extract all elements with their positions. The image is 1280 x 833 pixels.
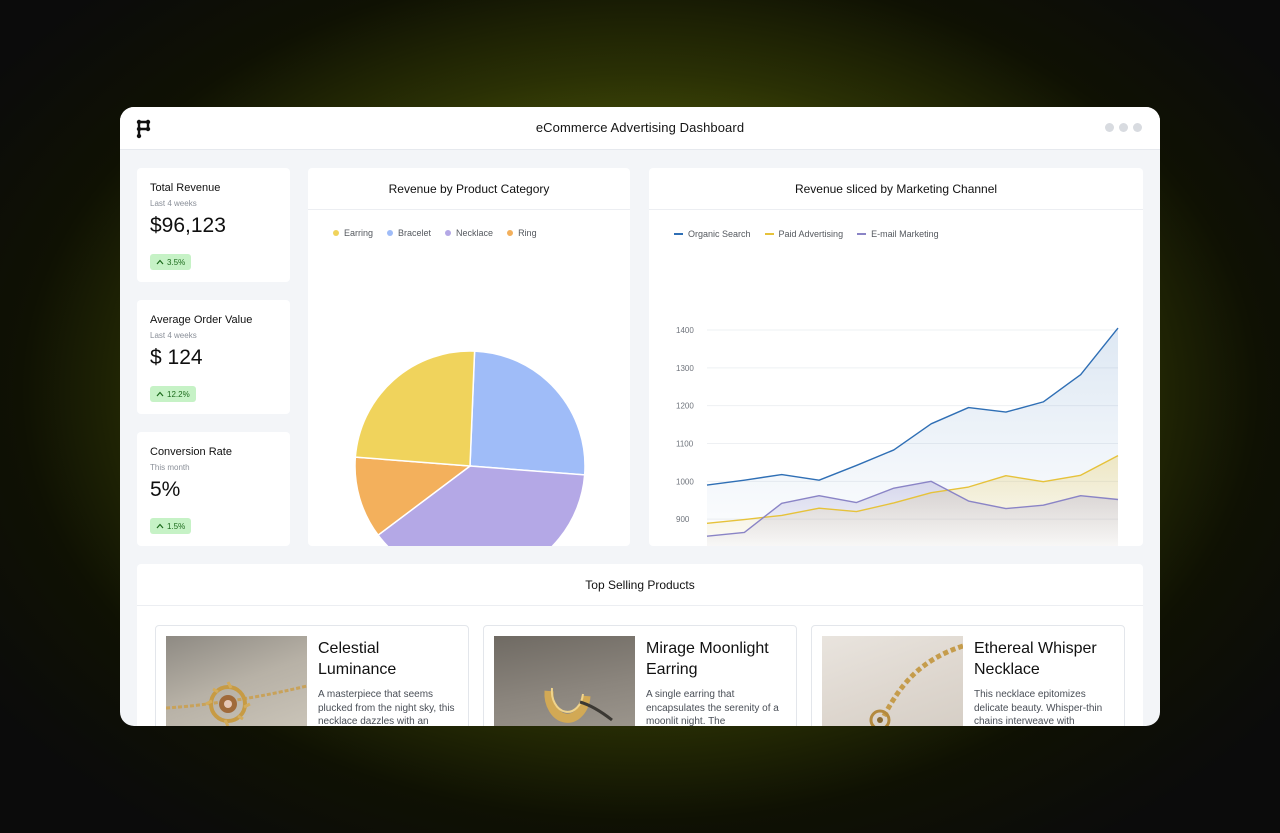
kpi-label: Conversion Rate bbox=[150, 446, 232, 458]
product-card[interactable]: Mirage Moonlight Earring A single earrin… bbox=[483, 625, 797, 726]
arrow-up-icon bbox=[156, 391, 164, 397]
y-tick-label: 1400 bbox=[676, 326, 694, 335]
product-card[interactable]: Ethereal Whisper Necklace This necklace … bbox=[811, 625, 1125, 726]
pie-slice-bracelet bbox=[469, 350, 586, 476]
pie-chart-title: Revenue by Product Category bbox=[308, 168, 630, 210]
dot-icon bbox=[1133, 123, 1142, 132]
line-chart-card: Revenue sliced by Marketing Channel Orga… bbox=[649, 168, 1143, 546]
kpi-change-badge: 1.5% bbox=[150, 518, 192, 534]
dot-icon bbox=[1105, 123, 1114, 132]
y-tick-label: 1100 bbox=[676, 440, 694, 449]
kpi-change-value: 1.5% bbox=[167, 521, 186, 531]
title-bar: eCommerce Advertising Dashboard bbox=[120, 107, 1160, 150]
kpi-value: $96,123 bbox=[150, 214, 226, 237]
kpi-change-badge: 3.5% bbox=[150, 254, 192, 270]
product-name: Mirage Moonlight Earring bbox=[646, 640, 769, 678]
window-menu-dots[interactable] bbox=[1105, 123, 1142, 132]
product-image bbox=[494, 636, 635, 726]
earring-image-icon bbox=[544, 687, 613, 723]
kpi-change-value: 12.2% bbox=[167, 389, 190, 399]
product-description: A masterpiece that seems plucked from th… bbox=[318, 689, 455, 726]
pie-slice-earring bbox=[354, 350, 476, 467]
kpi-value: $ 124 bbox=[150, 346, 203, 369]
product-card[interactable]: Celestial Luminance A masterpiece that s… bbox=[155, 625, 469, 726]
necklace-image-icon bbox=[166, 681, 307, 726]
line-chart: 80090010001100120013001400Jan 1Jan 4Jan … bbox=[676, 326, 1119, 546]
product-image bbox=[822, 636, 963, 726]
kpi-period: Last 4 weeks bbox=[150, 199, 197, 208]
dot-icon bbox=[1119, 123, 1128, 132]
kpi-label: Total Revenue bbox=[150, 182, 221, 194]
y-tick-label: 1300 bbox=[676, 364, 694, 373]
kpi-value: 5% bbox=[150, 478, 181, 501]
kpi-change-value: 3.5% bbox=[167, 257, 186, 267]
kpi-label: Average Order Value bbox=[150, 314, 253, 326]
window-title: eCommerce Advertising Dashboard bbox=[535, 120, 745, 135]
y-tick-label: 1200 bbox=[676, 402, 694, 411]
product-name: Ethereal Whisper Necklace bbox=[974, 640, 1097, 678]
line-chart-title: Revenue sliced by Marketing Channel bbox=[649, 168, 1143, 210]
product-description: This necklace epitomizes delicate beauty… bbox=[974, 689, 1103, 726]
kpi-period: Last 4 weeks bbox=[150, 331, 197, 340]
dashboard-window: eCommerce Advertising Dashboard Total Re… bbox=[120, 107, 1160, 726]
product-name: Celestial Luminance bbox=[318, 640, 397, 678]
product-image bbox=[166, 636, 307, 726]
arrow-up-icon bbox=[156, 523, 164, 529]
y-tick-label: 900 bbox=[676, 515, 690, 524]
product-description: A single earring that encapsulates the s… bbox=[646, 689, 779, 726]
kpi-card-average-order-value: Average Order Value Last 4 weeks $ 124 1… bbox=[137, 300, 290, 414]
pie-chart-card: Revenue by Product Category Earring Brace… bbox=[308, 168, 630, 546]
chain-necklace-image-icon bbox=[869, 643, 963, 726]
kpi-change-badge: 12.2% bbox=[150, 386, 196, 402]
kpi-card-total-revenue: Total Revenue Last 4 weeks $96,123 3.5% bbox=[137, 168, 290, 282]
kpi-card-conversion-rate: Conversion Rate This month 5% 1.5% bbox=[137, 432, 290, 546]
pie-chart bbox=[354, 350, 586, 546]
arrow-up-icon bbox=[156, 259, 164, 265]
kpi-period: This month bbox=[150, 463, 190, 472]
top-products-title: Top Selling Products bbox=[137, 564, 1143, 606]
y-tick-label: 1000 bbox=[676, 477, 694, 486]
